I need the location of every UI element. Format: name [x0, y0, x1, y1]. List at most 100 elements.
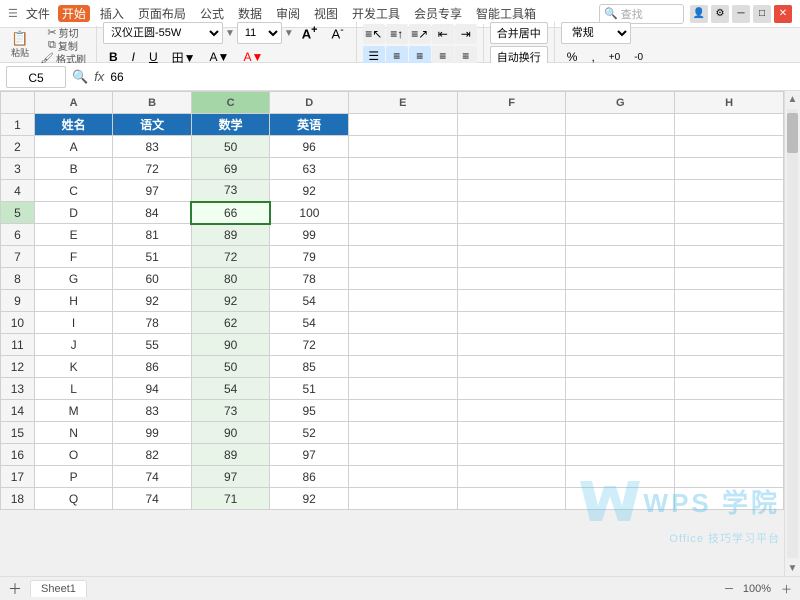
indent-increase-button[interactable]: ⇥ — [455, 24, 477, 44]
cell-c2[interactable]: 50 — [191, 136, 270, 158]
cell-b17[interactable]: 74 — [113, 466, 192, 488]
maximize-button[interactable]: □ — [753, 5, 771, 23]
cell-c13[interactable]: 54 — [191, 378, 270, 400]
cell-c16[interactable]: 89 — [191, 444, 270, 466]
cell-a9[interactable]: H — [34, 290, 113, 312]
tab-vip[interactable]: 会员专享 — [410, 5, 466, 22]
col-header-B[interactable]: B — [113, 92, 192, 114]
cell-b6[interactable]: 81 — [113, 224, 192, 246]
zoom-in-button[interactable]: ＋ — [781, 581, 792, 597]
cell-a8[interactable]: G — [34, 268, 113, 290]
font-name-dropdown-icon[interactable]: ▼ — [225, 28, 235, 39]
tab-review[interactable]: 审阅 — [272, 5, 304, 22]
scroll-track[interactable] — [787, 109, 798, 558]
cell-a6[interactable]: E — [34, 224, 113, 246]
cell-c14[interactable]: 73 — [191, 400, 270, 422]
col-header-C[interactable]: C — [191, 92, 270, 114]
cell-b10[interactable]: 78 — [113, 312, 192, 334]
cell-a2[interactable]: A — [34, 136, 113, 158]
cell-b7[interactable]: 51 — [113, 246, 192, 268]
col-header-H[interactable]: H — [675, 92, 784, 114]
cell-d5[interactable]: 100 — [270, 202, 349, 224]
font-size-select[interactable]: 11 — [237, 22, 282, 44]
cell-c3[interactable]: 69 — [191, 158, 270, 180]
col-header-F[interactable]: F — [457, 92, 566, 114]
zoom-out-button[interactable]: ─ — [725, 583, 733, 595]
cell-d4[interactable]: 92 — [270, 180, 349, 202]
cell-a17[interactable]: P — [34, 466, 113, 488]
cell-d14[interactable]: 95 — [270, 400, 349, 422]
paste-button[interactable]: 📋 粘贴 — [6, 32, 34, 58]
cell-d15[interactable]: 52 — [270, 422, 349, 444]
align-top-left-button[interactable]: ≡↖ — [363, 24, 385, 44]
tab-formula[interactable]: 公式 — [196, 5, 228, 22]
cell-d3[interactable]: 63 — [270, 158, 349, 180]
cell-b2[interactable]: 83 — [113, 136, 192, 158]
cell-a3[interactable]: B — [34, 158, 113, 180]
cell-b14[interactable]: 83 — [113, 400, 192, 422]
cell-c11[interactable]: 90 — [191, 334, 270, 356]
user-icon[interactable]: 👤 — [690, 5, 708, 23]
cell-d2[interactable]: 96 — [270, 136, 349, 158]
cell-b9[interactable]: 92 — [113, 290, 192, 312]
cell-c15[interactable]: 90 — [191, 422, 270, 444]
cell-d18[interactable]: 92 — [270, 488, 349, 510]
cell-c9[interactable]: 92 — [191, 290, 270, 312]
cell-a5[interactable]: D — [34, 202, 113, 224]
decrease-font-button[interactable]: A- — [326, 22, 350, 44]
cell-c6[interactable]: 89 — [191, 224, 270, 246]
tab-start[interactable]: 开始 — [58, 5, 90, 22]
tab-dev[interactable]: 开发工具 — [348, 5, 404, 22]
cell-d10[interactable]: 54 — [270, 312, 349, 334]
font-size-dropdown-icon[interactable]: ▼ — [284, 28, 294, 39]
cell-d9[interactable]: 54 — [270, 290, 349, 312]
cell-c17[interactable]: 97 — [191, 466, 270, 488]
cell-b18[interactable]: 74 — [113, 488, 192, 510]
merge-center-button[interactable]: 合并居中 — [490, 22, 548, 44]
tab-insert[interactable]: 插入 — [96, 5, 128, 22]
cell-a4[interactable]: C — [34, 180, 113, 202]
header-yingyu[interactable]: 英语 — [270, 114, 349, 136]
increase-font-button[interactable]: A+ — [296, 22, 324, 44]
cell-b11[interactable]: 55 — [113, 334, 192, 356]
cell-b5[interactable]: 84 — [113, 202, 192, 224]
copy-button[interactable]: ⧉ 复制 — [36, 39, 90, 51]
formula-input[interactable] — [110, 70, 794, 84]
cut-button[interactable]: ✂ 剪切 — [36, 26, 90, 38]
app-menu-icon[interactable]: ☰ — [8, 7, 18, 20]
cell-c8[interactable]: 80 — [191, 268, 270, 290]
add-sheet-button[interactable]: ＋ — [8, 579, 22, 599]
cell-c7[interactable]: 72 — [191, 246, 270, 268]
cell-d7[interactable]: 79 — [270, 246, 349, 268]
cell-c5-selected[interactable]: 66 — [191, 202, 270, 224]
cell-a14[interactable]: M — [34, 400, 113, 422]
settings-icon[interactable]: ⚙ — [711, 5, 729, 23]
cell-d16[interactable]: 97 — [270, 444, 349, 466]
cell-a7[interactable]: F — [34, 246, 113, 268]
tab-layout[interactable]: 页面布局 — [134, 5, 190, 22]
cell-c10[interactable]: 62 — [191, 312, 270, 334]
align-top-right-button[interactable]: ≡↗ — [409, 24, 431, 44]
search-box[interactable]: 🔍 查找 — [599, 4, 684, 24]
header-shuxue[interactable]: 数学 — [191, 114, 270, 136]
sheet-tab[interactable]: Sheet1 — [30, 580, 87, 597]
cell-a10[interactable]: I — [34, 312, 113, 334]
cell-a11[interactable]: J — [34, 334, 113, 356]
align-top-center-button[interactable]: ≡↑ — [386, 24, 408, 44]
col-header-A[interactable]: A — [34, 92, 113, 114]
col-header-E[interactable]: E — [348, 92, 457, 114]
cell-a15[interactable]: N — [34, 422, 113, 444]
cell-c4[interactable]: 73 — [191, 180, 270, 202]
menu-file[interactable]: 文件 — [26, 5, 50, 22]
col-header-G[interactable]: G — [566, 92, 675, 114]
scroll-down-button[interactable]: ▼ — [785, 560, 800, 576]
header-yuwen[interactable]: 语文 — [113, 114, 192, 136]
cell-b3[interactable]: 72 — [113, 158, 192, 180]
header-name[interactable]: 姓名 — [34, 114, 113, 136]
number-format-select[interactable]: 常规 — [561, 22, 631, 44]
font-name-select[interactable]: 汉仪正圆-55W — [103, 22, 223, 44]
scroll-up-button[interactable]: ▲ — [785, 91, 800, 107]
cell-b15[interactable]: 99 — [113, 422, 192, 444]
scroll-thumb[interactable] — [787, 113, 798, 153]
cell-b8[interactable]: 60 — [113, 268, 192, 290]
